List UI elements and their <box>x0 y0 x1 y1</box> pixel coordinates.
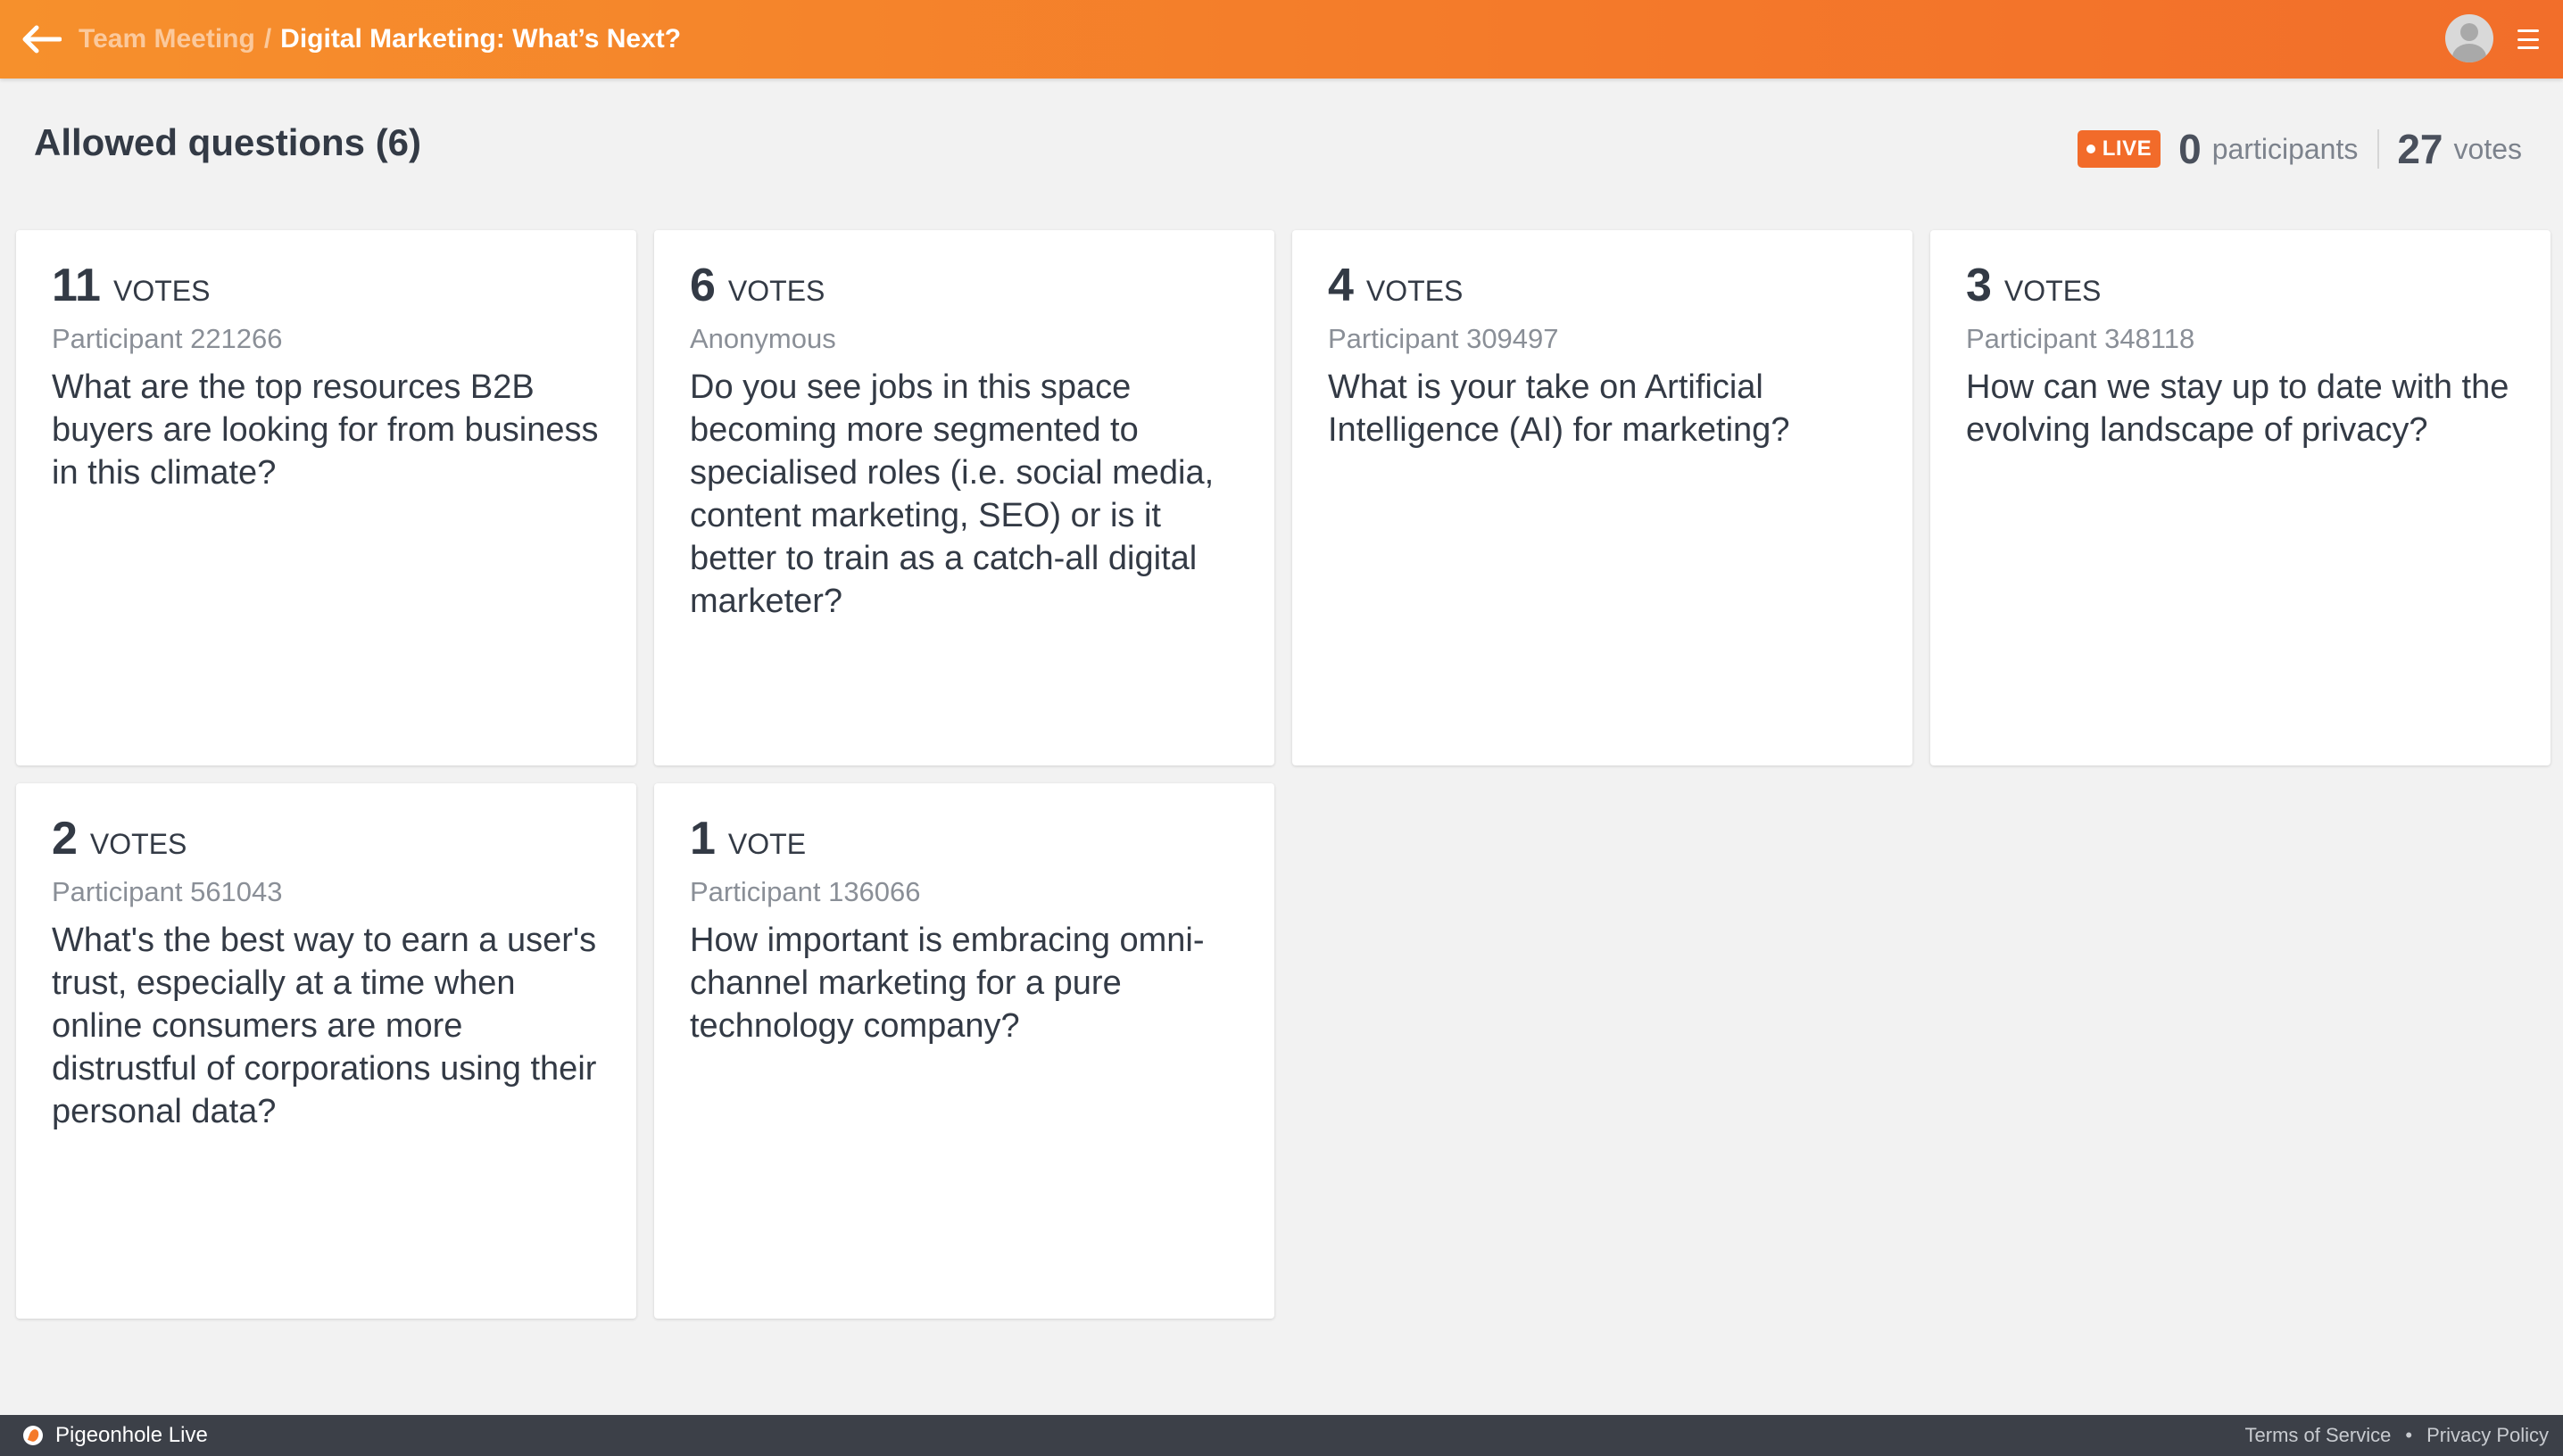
back-button[interactable] <box>20 20 62 59</box>
session-stats: LIVE 0 participants 27 votes <box>2077 123 2522 175</box>
question-author: Participant 561043 <box>52 876 283 907</box>
vote-count: 4 <box>1328 260 1354 311</box>
question-author: Participant 136066 <box>690 876 921 907</box>
question-author: Anonymous <box>690 323 836 354</box>
question-text: How important is embracing omni-channel … <box>690 922 1205 1045</box>
vote-tally: 11 VOTES <box>52 259 601 311</box>
question-card[interactable]: 4 VOTES Participant 309497 What is your … <box>1292 230 1912 765</box>
question-author: Participant 221266 <box>52 323 283 354</box>
question-card[interactable]: 11 VOTES Participant 221266 What are the… <box>16 230 636 765</box>
vote-label: VOTES <box>1365 275 1464 307</box>
top-bar: Team Meeting / Digital Marketing: What’s… <box>0 0 2563 79</box>
question-text: What is your take on Artificial Intellig… <box>1328 368 1790 449</box>
vote-tally: 1 VOTE <box>690 812 1239 864</box>
vote-count: 1 <box>690 813 716 864</box>
page-title: Allowed questions (6) <box>34 121 422 163</box>
vote-count: 11 <box>52 260 101 311</box>
vote-tally: 3 VOTES <box>1966 259 2515 311</box>
footer-separator: • <box>2405 1424 2413 1446</box>
vote-count: 3 <box>1966 260 1992 311</box>
breadcrumb-separator: / <box>263 24 272 54</box>
question-text: Do you see jobs in this space becoming m… <box>690 368 1215 620</box>
question-card[interactable]: 1 VOTE Participant 136066 How important … <box>654 783 1274 1319</box>
user-avatar-icon[interactable] <box>2445 14 2493 62</box>
breadcrumb: Team Meeting / Digital Marketing: What’s… <box>79 0 681 79</box>
question-text: How can we stay up to date with the evol… <box>1966 368 2509 449</box>
votes-count: 27 <box>2397 126 2443 172</box>
footer-links: Terms of Service • Privacy Policy <box>2245 1415 2549 1456</box>
vote-count: 6 <box>690 260 716 311</box>
vote-tally: 2 VOTES <box>52 812 601 864</box>
vote-tally: 6 VOTES <box>690 259 1239 311</box>
live-badge: LIVE <box>2077 130 2161 168</box>
question-card[interactable]: 3 VOTES Participant 348118 How can we st… <box>1930 230 2551 765</box>
participants-count: 0 <box>2178 126 2202 172</box>
footer: Pigeonhole Live Terms of Service • Priva… <box>0 1415 2563 1456</box>
arrow-left-icon <box>22 25 62 54</box>
question-card[interactable]: 2 VOTES Participant 561043 What's the be… <box>16 783 636 1319</box>
hamburger-menu-icon[interactable] <box>2515 27 2542 52</box>
question-card[interactable]: 6 VOTES Anonymous Do you see jobs in thi… <box>654 230 1274 765</box>
terms-of-service-link[interactable]: Terms of Service <box>2245 1424 2392 1447</box>
footer-brand[interactable]: Pigeonhole Live <box>23 1415 208 1456</box>
privacy-policy-link[interactable]: Privacy Policy <box>2426 1424 2549 1447</box>
brand-name: Pigeonhole Live <box>55 1423 208 1447</box>
stats-divider <box>2377 129 2380 169</box>
vote-label: VOTES <box>727 275 825 307</box>
question-author: Participant 348118 <box>1966 323 2195 354</box>
votes-label: votes <box>2453 132 2522 165</box>
live-dot-icon <box>2086 145 2095 153</box>
vote-count: 2 <box>52 813 78 864</box>
vote-label: VOTES <box>89 828 187 860</box>
live-label: LIVE <box>2102 136 2152 161</box>
vote-label: VOTES <box>2003 275 2102 307</box>
vote-tally: 4 VOTES <box>1328 259 1877 311</box>
question-text: What are the top resources B2B buyers ar… <box>52 368 599 492</box>
participants-label: participants <box>2211 132 2359 165</box>
vote-label: VOTE <box>727 828 807 860</box>
breadcrumb-current: Digital Marketing: What’s Next? <box>280 24 682 54</box>
question-text: What's the best way to earn a user's tru… <box>52 922 597 1130</box>
pigeonhole-logo-icon <box>23 1426 43 1445</box>
vote-label: VOTES <box>112 275 211 307</box>
breadcrumb-parent-link[interactable]: Team Meeting <box>79 24 255 54</box>
question-author: Participant 309497 <box>1328 323 1559 354</box>
